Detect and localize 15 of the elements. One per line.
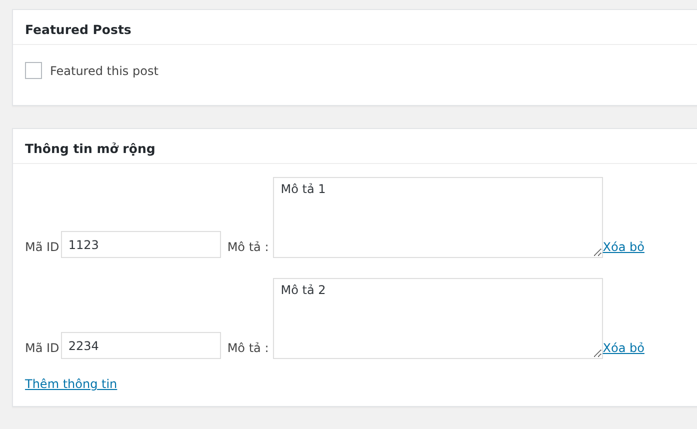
- description-label: Mô tả :: [227, 340, 269, 357]
- panel-title: Thông tin mở rộng: [25, 141, 156, 156]
- remove-link[interactable]: Xóa bỏ: [602, 340, 644, 359]
- id-label: Mã ID: [25, 239, 60, 256]
- description-textarea[interactable]: Mô tả 2: [272, 278, 603, 359]
- checkbox[interactable]: [25, 62, 42, 79]
- id-input[interactable]: 1123: [61, 231, 222, 258]
- id-input[interactable]: 2234: [61, 332, 222, 359]
- description-textarea[interactable]: Mô tả 1: [272, 177, 603, 258]
- panel-title: Featured Posts: [25, 22, 132, 37]
- checkbox-label: Featured this post: [50, 64, 158, 78]
- add-info-link[interactable]: Thêm thông tin: [25, 377, 118, 394]
- description-label: Mô tả :: [227, 239, 269, 256]
- id-label: Mã ID: [25, 340, 60, 357]
- remove-link[interactable]: Xóa bỏ: [602, 239, 644, 258]
